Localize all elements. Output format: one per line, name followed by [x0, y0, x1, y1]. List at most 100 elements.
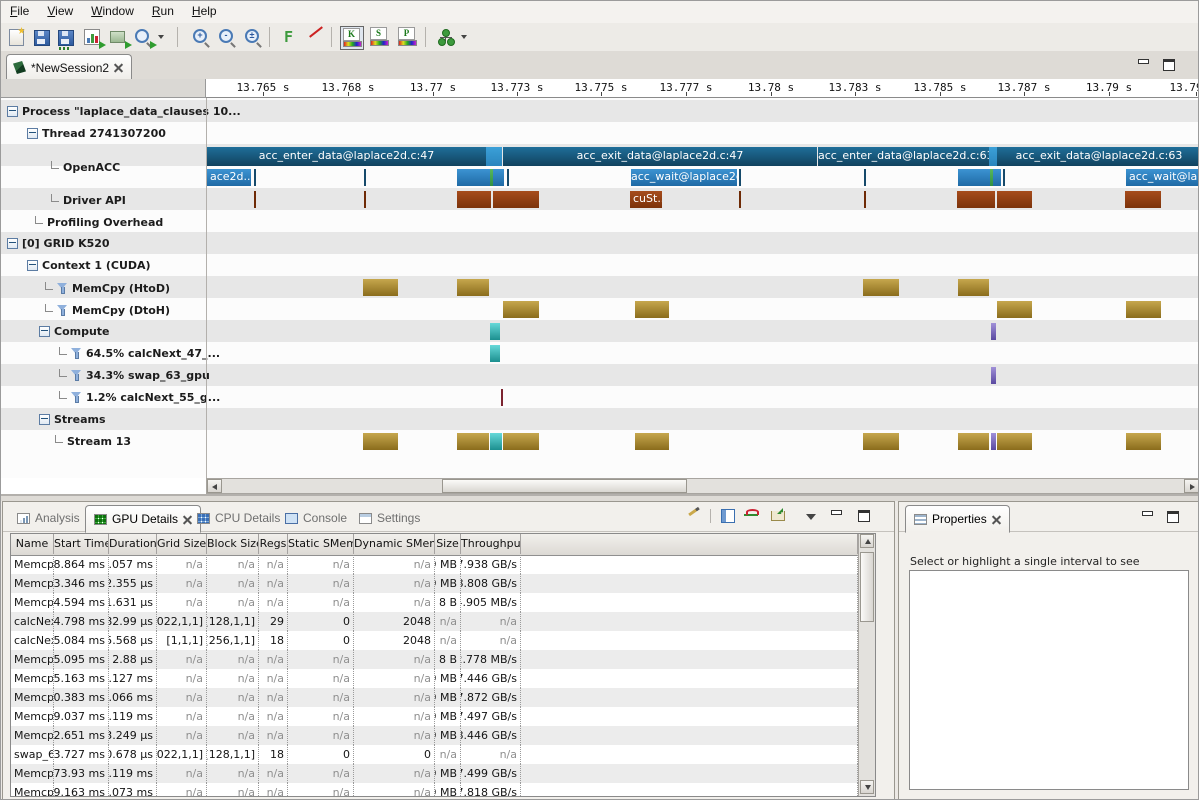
tab-analysis[interactable]: Analysis — [9, 505, 88, 531]
interval-openacc-wait[interactable]: ace2d... — [207, 169, 251, 186]
collapse-minus-icon[interactable] — [7, 238, 18, 249]
interval-compute[interactable] — [490, 323, 500, 340]
interval-openacc-api[interactable]: acc_enter_data@laplace2d.c:47 — [207, 147, 486, 166]
interval-openacc-wait[interactable] — [493, 169, 504, 186]
interval-driver-api[interactable] — [364, 191, 366, 208]
collapse-minus-icon[interactable] — [27, 260, 38, 271]
close-icon[interactable] — [992, 515, 1001, 524]
column-header-filler[interactable] — [521, 534, 858, 554]
table-row[interactable]: Memcpy169.037 ms1.119 msn/an/an/an/an/a9… — [11, 707, 858, 726]
timeline-row-label[interactable]: Driver API — [51, 191, 126, 209]
interval-driver-api[interactable] — [457, 191, 491, 208]
interval-driver-api[interactable] — [493, 191, 539, 208]
interval-kernel-swap63[interactable] — [991, 367, 996, 384]
column-header-dynamic-smem[interactable]: Dynamic SMem — [354, 534, 435, 554]
interval-openacc-wait[interactable] — [507, 169, 509, 186]
menu-view[interactable]: View — [38, 1, 82, 20]
interval-memcpy-htod[interactable] — [363, 279, 398, 296]
maximize-icon[interactable] — [1163, 59, 1176, 69]
timeline-canvas[interactable]: acc_enter_data@laplace2d.c:47 acc_exit_da… — [207, 98, 1198, 478]
collapse-minus-icon[interactable] — [27, 128, 38, 139]
tab-console[interactable]: Console — [277, 505, 355, 531]
marker-button[interactable]: F — [281, 27, 301, 47]
tab-gpu-details[interactable]: GPU Details — [85, 505, 201, 533]
menu-file[interactable]: File — [1, 1, 38, 20]
timeline-row-label[interactable]: MemCpy (HtoD) — [45, 279, 170, 297]
column-header-grid-size[interactable]: Grid Size — [157, 534, 207, 554]
interval-stream13[interactable] — [1126, 433, 1161, 450]
interval-stream13[interactable] — [635, 433, 669, 450]
menu-help[interactable]: Help — [183, 1, 226, 20]
scrollbar-thumb[interactable] — [442, 479, 687, 493]
scroll-up-button[interactable] — [860, 534, 874, 548]
interval-openacc-api[interactable]: acc_exit_data@laplace2d.c:63 — [997, 147, 1198, 166]
timeline-row-label[interactable]: Context 1 (CUDA) — [27, 256, 151, 274]
color-by-kernel-button[interactable]: K — [340, 26, 364, 50]
table-row[interactable]: Memcpy154.594 ms1.631 µsn/an/an/an/an/a8… — [11, 593, 858, 612]
timeline-row-label[interactable]: MemCpy (DtoH) — [45, 301, 170, 319]
interval-stream13[interactable] — [503, 433, 539, 450]
save-button[interactable] — [32, 27, 52, 47]
column-header-regs[interactable]: Regs — [259, 534, 288, 554]
minimize-icon[interactable] — [1137, 59, 1150, 69]
save-all-button[interactable] — [56, 27, 76, 47]
goto-marker-button[interactable] — [306, 27, 326, 47]
new-session-button[interactable] — [7, 27, 27, 47]
interval-driver-api[interactable] — [864, 191, 866, 208]
timeline-row-label[interactable]: Streams — [39, 410, 106, 428]
interval-driver-api[interactable] — [739, 191, 741, 208]
analysis-tree-button[interactable] — [437, 27, 457, 47]
analysis-tree-caret[interactable] — [461, 35, 467, 39]
column-header-throughput[interactable]: Throughput — [461, 534, 521, 554]
interval-memcpy-dtoh[interactable] — [635, 301, 669, 318]
scroll-left-button[interactable] — [207, 479, 222, 493]
color-by-process-button[interactable]: P — [396, 26, 418, 48]
interval-memcpy-htod[interactable] — [863, 279, 899, 296]
timeline-row-label[interactable]: [0] GRID K520 — [7, 234, 110, 252]
interval-compute[interactable] — [991, 323, 996, 340]
table-row[interactable]: Memcpy172.651 ms93.249 µsn/an/an/an/an/a… — [11, 726, 858, 745]
interval-driver-api[interactable]: cuSt... — [630, 191, 662, 208]
table-row[interactable]: Memcpy160.383 ms1.066 msn/an/an/an/an/a9… — [11, 688, 858, 707]
interval-openacc-wait[interactable] — [457, 169, 490, 186]
column-header-duration[interactable]: Duration — [109, 534, 157, 554]
tab-cpu-details[interactable]: CPU Details — [189, 505, 288, 531]
close-icon[interactable] — [114, 63, 123, 72]
zoom-fit-button[interactable]: ± — [243, 27, 263, 47]
interval-stream13[interactable] — [958, 433, 989, 450]
run-examine-button[interactable] — [133, 27, 153, 47]
collapse-minus-icon[interactable] — [7, 106, 18, 117]
scroll-down-button[interactable] — [860, 780, 874, 794]
time-ruler[interactable]: 13.765 s13.768 s13.77 s13.773 s13.775 s1… — [206, 79, 1199, 98]
tab-properties[interactable]: Properties — [905, 505, 1010, 533]
interval-kernel-calcNext47[interactable] — [490, 345, 500, 362]
color-by-stream-button[interactable]: S — [368, 26, 390, 48]
timeline-row-label[interactable]: Compute — [39, 322, 110, 340]
timeline-row-label[interactable]: Thread 2741307200 — [27, 124, 166, 142]
table-row[interactable]: Memcpy173.93 ms1.119 msn/an/an/an/an/a9 … — [11, 764, 858, 783]
column-header-block-size[interactable]: Block Size — [207, 534, 259, 554]
column-header-static-smem[interactable]: Static SMem — [288, 534, 354, 554]
scroll-right-button[interactable] — [1184, 479, 1199, 493]
tab-settings[interactable]: Settings — [351, 505, 428, 531]
interval-stream13[interactable] — [457, 433, 489, 450]
interval-openacc-api[interactable] — [486, 147, 502, 166]
table-row[interactable]: calcNext155.084 ms5.568 µs[1,1,1][256,1,… — [11, 631, 858, 650]
tree-splitter[interactable] — [206, 98, 207, 478]
link-timeline-button[interactable] — [743, 508, 761, 524]
interval-openacc-wait[interactable] — [993, 169, 1001, 186]
column-header-start-time[interactable]: Start Time — [54, 534, 109, 554]
run-analysis-button[interactable] — [82, 27, 102, 47]
collapse-minus-icon[interactable] — [39, 414, 50, 425]
timeline-row-label[interactable]: 64.5% calcNext_47_... — [59, 344, 220, 362]
export-button[interactable] — [769, 508, 787, 524]
timeline-row-label[interactable]: OpenACC — [51, 158, 120, 176]
view-menu-caret[interactable] — [806, 514, 816, 520]
timeline-horizontal-scrollbar[interactable] — [206, 478, 1199, 494]
interval-openacc-wait[interactable] — [739, 169, 741, 186]
interval-kernel-calcNext55[interactable] — [501, 389, 503, 406]
run-console-button[interactable] — [108, 27, 128, 47]
interval-openacc-wait[interactable]: acc_wait@laplace2d.c... — [631, 169, 737, 186]
interval-driver-api[interactable] — [957, 191, 995, 208]
interval-driver-api[interactable] — [1125, 191, 1161, 208]
